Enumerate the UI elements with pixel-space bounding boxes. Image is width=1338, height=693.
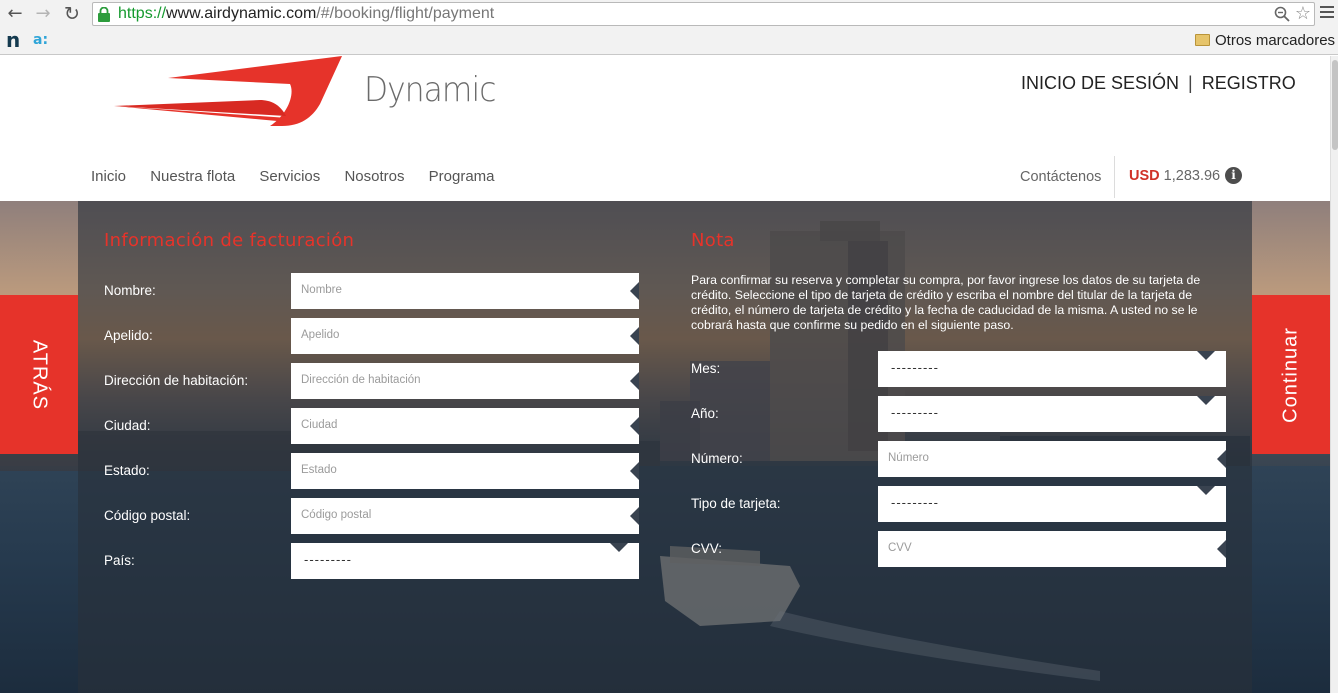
- direccion-label: Dirección de habitación:: [104, 373, 249, 388]
- nav-item-nosotros[interactable]: Nosotros: [344, 168, 404, 185]
- address-bar[interactable]: https://www.airdynamic.com/#/booking/fli…: [92, 2, 1315, 26]
- mes-label: Mes:: [691, 361, 721, 376]
- pais-value: ---------: [304, 552, 352, 567]
- register-link[interactable]: REGISTRO: [1202, 73, 1296, 93]
- mes-select[interactable]: ---------: [878, 351, 1226, 387]
- continue-button[interactable]: Continuar: [1252, 295, 1330, 454]
- folder-icon: [1195, 34, 1210, 46]
- tipo-tarjeta-label: Tipo de tarjeta:: [691, 496, 781, 511]
- contact-link[interactable]: Contáctenos: [1020, 169, 1101, 185]
- ciudad-label: Ciudad:: [104, 418, 151, 433]
- nav-item-inicio[interactable]: Inicio: [91, 168, 126, 185]
- info-icon[interactable]: i: [1225, 167, 1242, 184]
- nav-divider: [1114, 156, 1115, 198]
- dropdown-icon: [610, 543, 628, 552]
- note-title: Nota: [691, 230, 735, 251]
- ano-select[interactable]: ---------: [878, 396, 1226, 432]
- page-scrollbar[interactable]: [1330, 56, 1338, 693]
- brand-name: Dynamic: [364, 70, 496, 110]
- cvv-placeholder: CVV: [888, 542, 912, 554]
- main-nav: Inicio Nuestra flota Servicios Nosotros …: [91, 168, 515, 185]
- zoom-icon[interactable]: [1274, 6, 1290, 22]
- bookmark-star-icon[interactable]: ☆: [1295, 4, 1311, 24]
- dropdown-icon: [1197, 396, 1215, 405]
- other-bookmarks[interactable]: Otros marcadores: [1215, 32, 1335, 49]
- bookmark-n-icon[interactable]: n: [6, 30, 20, 50]
- bookmark-a-icon[interactable]: a:: [33, 32, 48, 48]
- nav-item-programa[interactable]: Programa: [429, 168, 495, 185]
- mes-value: ---------: [891, 360, 939, 375]
- numero-field[interactable]: Número: [878, 441, 1226, 477]
- note-text: Para confirmar su reserva y completar su…: [691, 273, 1201, 332]
- dropdown-icon: [1197, 351, 1215, 360]
- forward-arrow-icon[interactable]: →: [32, 3, 54, 25]
- tipo-tarjeta-value: ---------: [891, 495, 939, 510]
- nombre-label: Nombre:: [104, 283, 156, 298]
- estado-placeholder: Estado: [301, 464, 337, 476]
- auth-separator: |: [1188, 73, 1193, 93]
- apelido-label: Apelido:: [104, 328, 153, 343]
- back-button[interactable]: ATRÁS: [0, 295, 78, 454]
- auth-links: INICIO DE SESIÓN | REGISTRO: [1021, 73, 1296, 94]
- direccion-field[interactable]: Dirección de habitación: [291, 363, 639, 399]
- lock-icon: [98, 7, 110, 22]
- bookmarks-bar: n a: Otros marcadores: [0, 29, 1338, 54]
- back-label: ATRÁS: [28, 339, 51, 410]
- nombre-placeholder: Nombre: [301, 284, 342, 296]
- ciudad-placeholder: Ciudad: [301, 419, 338, 431]
- nombre-field[interactable]: Nombre: [291, 273, 639, 309]
- brand-logo: [114, 56, 342, 126]
- nav-item-servicios[interactable]: Servicios: [259, 168, 320, 185]
- currency-code: USD: [1129, 168, 1160, 184]
- pais-label: País:: [104, 553, 135, 568]
- price-total: USD 1,283.96: [1129, 168, 1220, 184]
- url-text: https://www.airdynamic.com/#/booking/fli…: [118, 5, 495, 22]
- cvv-label: CVV:: [691, 541, 723, 556]
- page-content: Dynamic INICIO DE SESIÓN | REGISTRO Inicio…: [0, 56, 1330, 693]
- ciudad-field[interactable]: Ciudad: [291, 408, 639, 444]
- reload-icon[interactable]: ↻: [61, 3, 83, 25]
- apelido-placeholder: Apelido: [301, 329, 340, 341]
- apelido-field[interactable]: Apelido: [291, 318, 639, 354]
- pais-select[interactable]: ---------: [291, 543, 639, 579]
- estado-label: Estado:: [104, 463, 150, 478]
- codigo-postal-placeholder: Código postal: [301, 509, 372, 521]
- dropdown-icon: [1197, 486, 1215, 495]
- back-arrow-icon[interactable]: ←: [4, 3, 26, 25]
- estado-field[interactable]: Estado: [291, 453, 639, 489]
- tipo-tarjeta-select[interactable]: ---------: [878, 486, 1226, 522]
- continue-label: Continuar: [1279, 326, 1302, 423]
- price-amount: 1,283.96: [1163, 168, 1221, 184]
- direccion-placeholder: Dirección de habitación: [301, 374, 421, 386]
- scrollbar-thumb[interactable]: [1332, 60, 1338, 150]
- menu-icon[interactable]: [1320, 6, 1334, 20]
- ano-label: Año:: [691, 406, 719, 421]
- ano-value: ---------: [891, 405, 939, 420]
- login-link[interactable]: INICIO DE SESIÓN: [1021, 73, 1179, 93]
- numero-placeholder: Número: [888, 452, 929, 464]
- codigo-postal-label: Código postal:: [104, 508, 191, 523]
- cvv-field[interactable]: CVV: [878, 531, 1226, 567]
- codigo-postal-field[interactable]: Código postal: [291, 498, 639, 534]
- nav-item-flota[interactable]: Nuestra flota: [150, 168, 235, 185]
- billing-title: Información de facturación: [104, 230, 355, 251]
- browser-toolbar: ← → ↻ https://www.airdynamic.com/#/booki…: [0, 0, 1338, 55]
- numero-label: Número:: [691, 451, 743, 466]
